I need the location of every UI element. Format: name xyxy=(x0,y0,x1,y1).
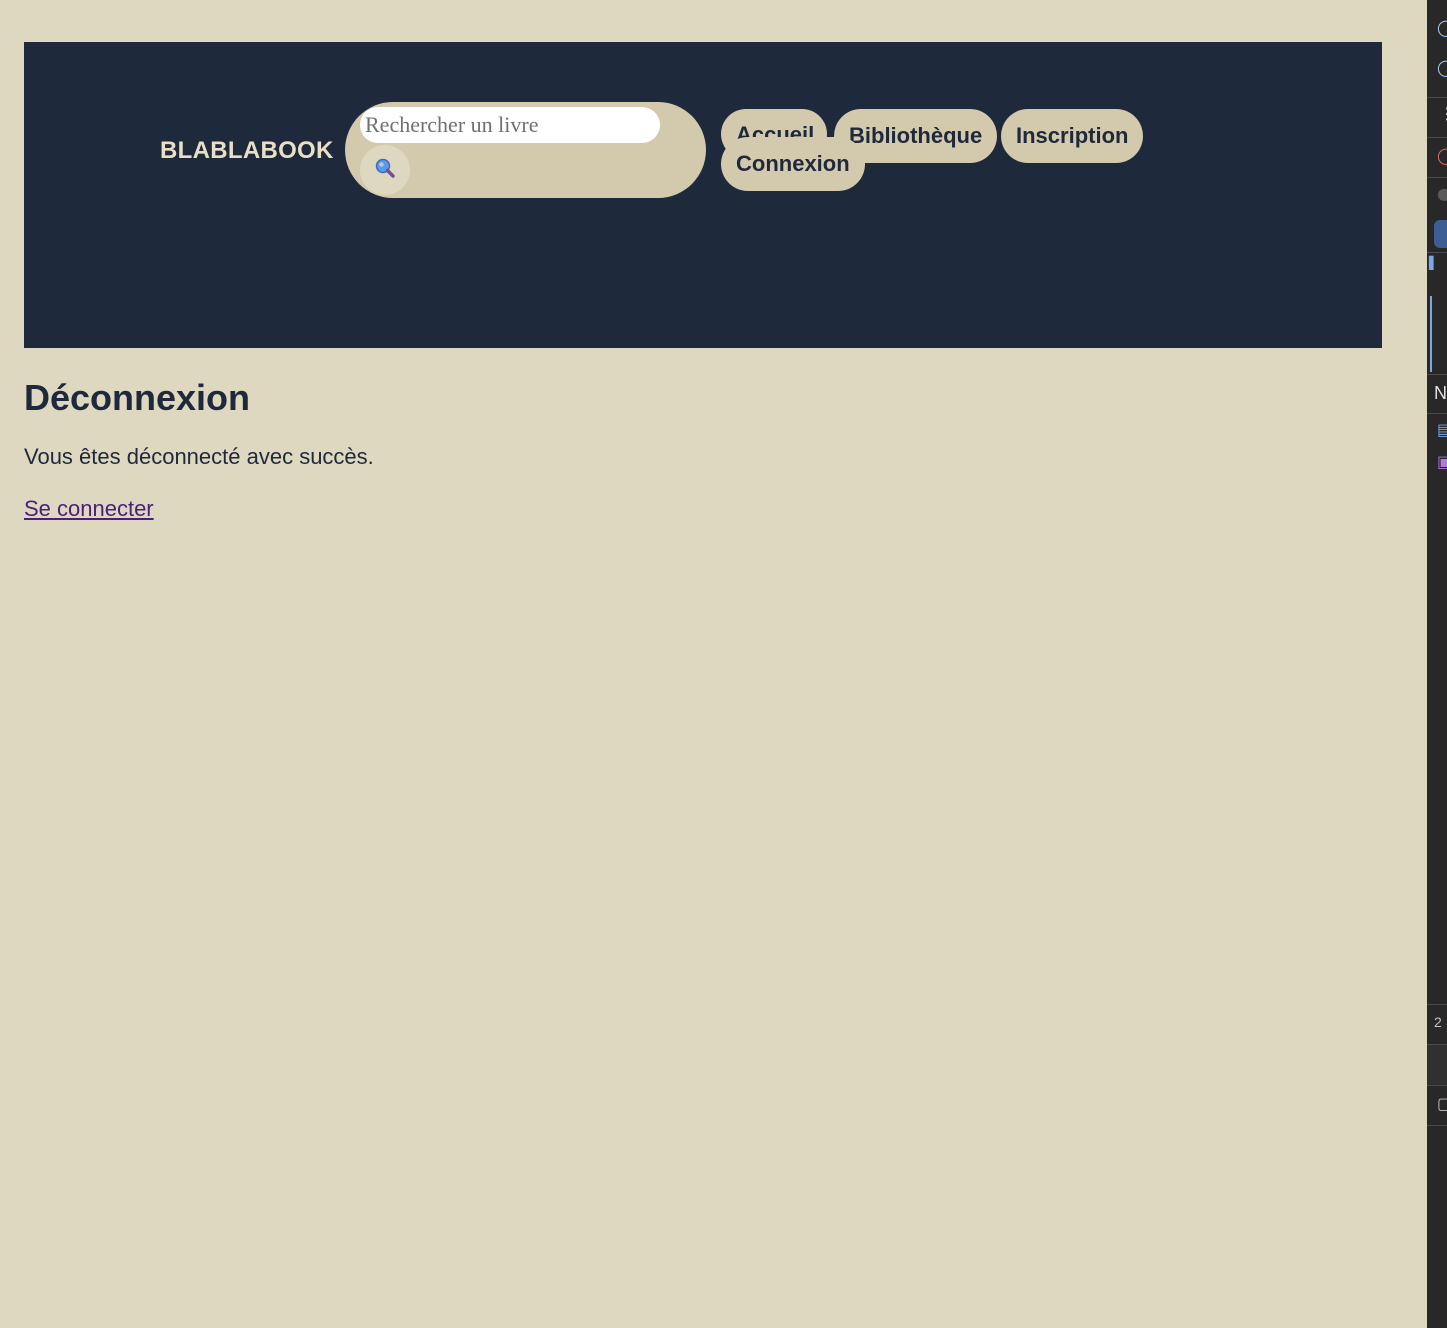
search-button[interactable] xyxy=(360,145,410,195)
main-content: Déconnexion Vous êtes déconnecté avec su… xyxy=(24,370,374,526)
search-icon xyxy=(374,157,396,184)
devtools-active-tab[interactable] xyxy=(1434,220,1447,248)
devtools-circle-icon-2[interactable]: ◯ xyxy=(1437,58,1447,77)
nav-signup-link[interactable]: Inscription xyxy=(1001,109,1144,163)
devtools-error-icon[interactable]: ◯ xyxy=(1437,146,1447,165)
page: BLABLABOOK Accueil Bibliothèque Inscript… xyxy=(0,0,1447,1328)
devtools-status-count: 2 xyxy=(1434,1014,1442,1030)
devtools-circle-icon[interactable]: ◯ xyxy=(1437,18,1447,37)
search-input[interactable] xyxy=(360,107,660,143)
devtools-drag-handle-icon[interactable]: ⋮ xyxy=(1439,104,1447,123)
devtools-footer-bar xyxy=(1427,1045,1447,1085)
site-header: BLABLABOOK Accueil Bibliothèque Inscript… xyxy=(24,42,1382,348)
login-link[interactable]: Se connecter xyxy=(24,492,154,526)
devtools-document-icon[interactable]: ▤ xyxy=(1437,420,1447,439)
site-logo[interactable]: BLABLABOOK xyxy=(160,137,334,165)
devtools-toggle-icon[interactable]: ● xyxy=(1437,184,1447,203)
devtools-marker-icon: ▌ xyxy=(1429,256,1439,270)
logout-success-message: Vous êtes déconnecté avec succès. xyxy=(24,444,374,469)
devtools-image-icon[interactable]: ▣ xyxy=(1437,452,1447,471)
search-form xyxy=(345,102,706,198)
devtools-console-icon[interactable]: ▢ xyxy=(1437,1094,1447,1113)
devtools-column-label: N xyxy=(1434,383,1447,403)
devtools-selection-bar xyxy=(1430,296,1432,372)
devtools-panel-edge: ◯ ◯ ⋮ ◯ ● ▌ N ▤ ▣ 2 ▢ xyxy=(1427,0,1447,1328)
page-title: Déconnexion xyxy=(24,377,251,418)
nav-login-link[interactable]: Connexion xyxy=(721,137,865,191)
